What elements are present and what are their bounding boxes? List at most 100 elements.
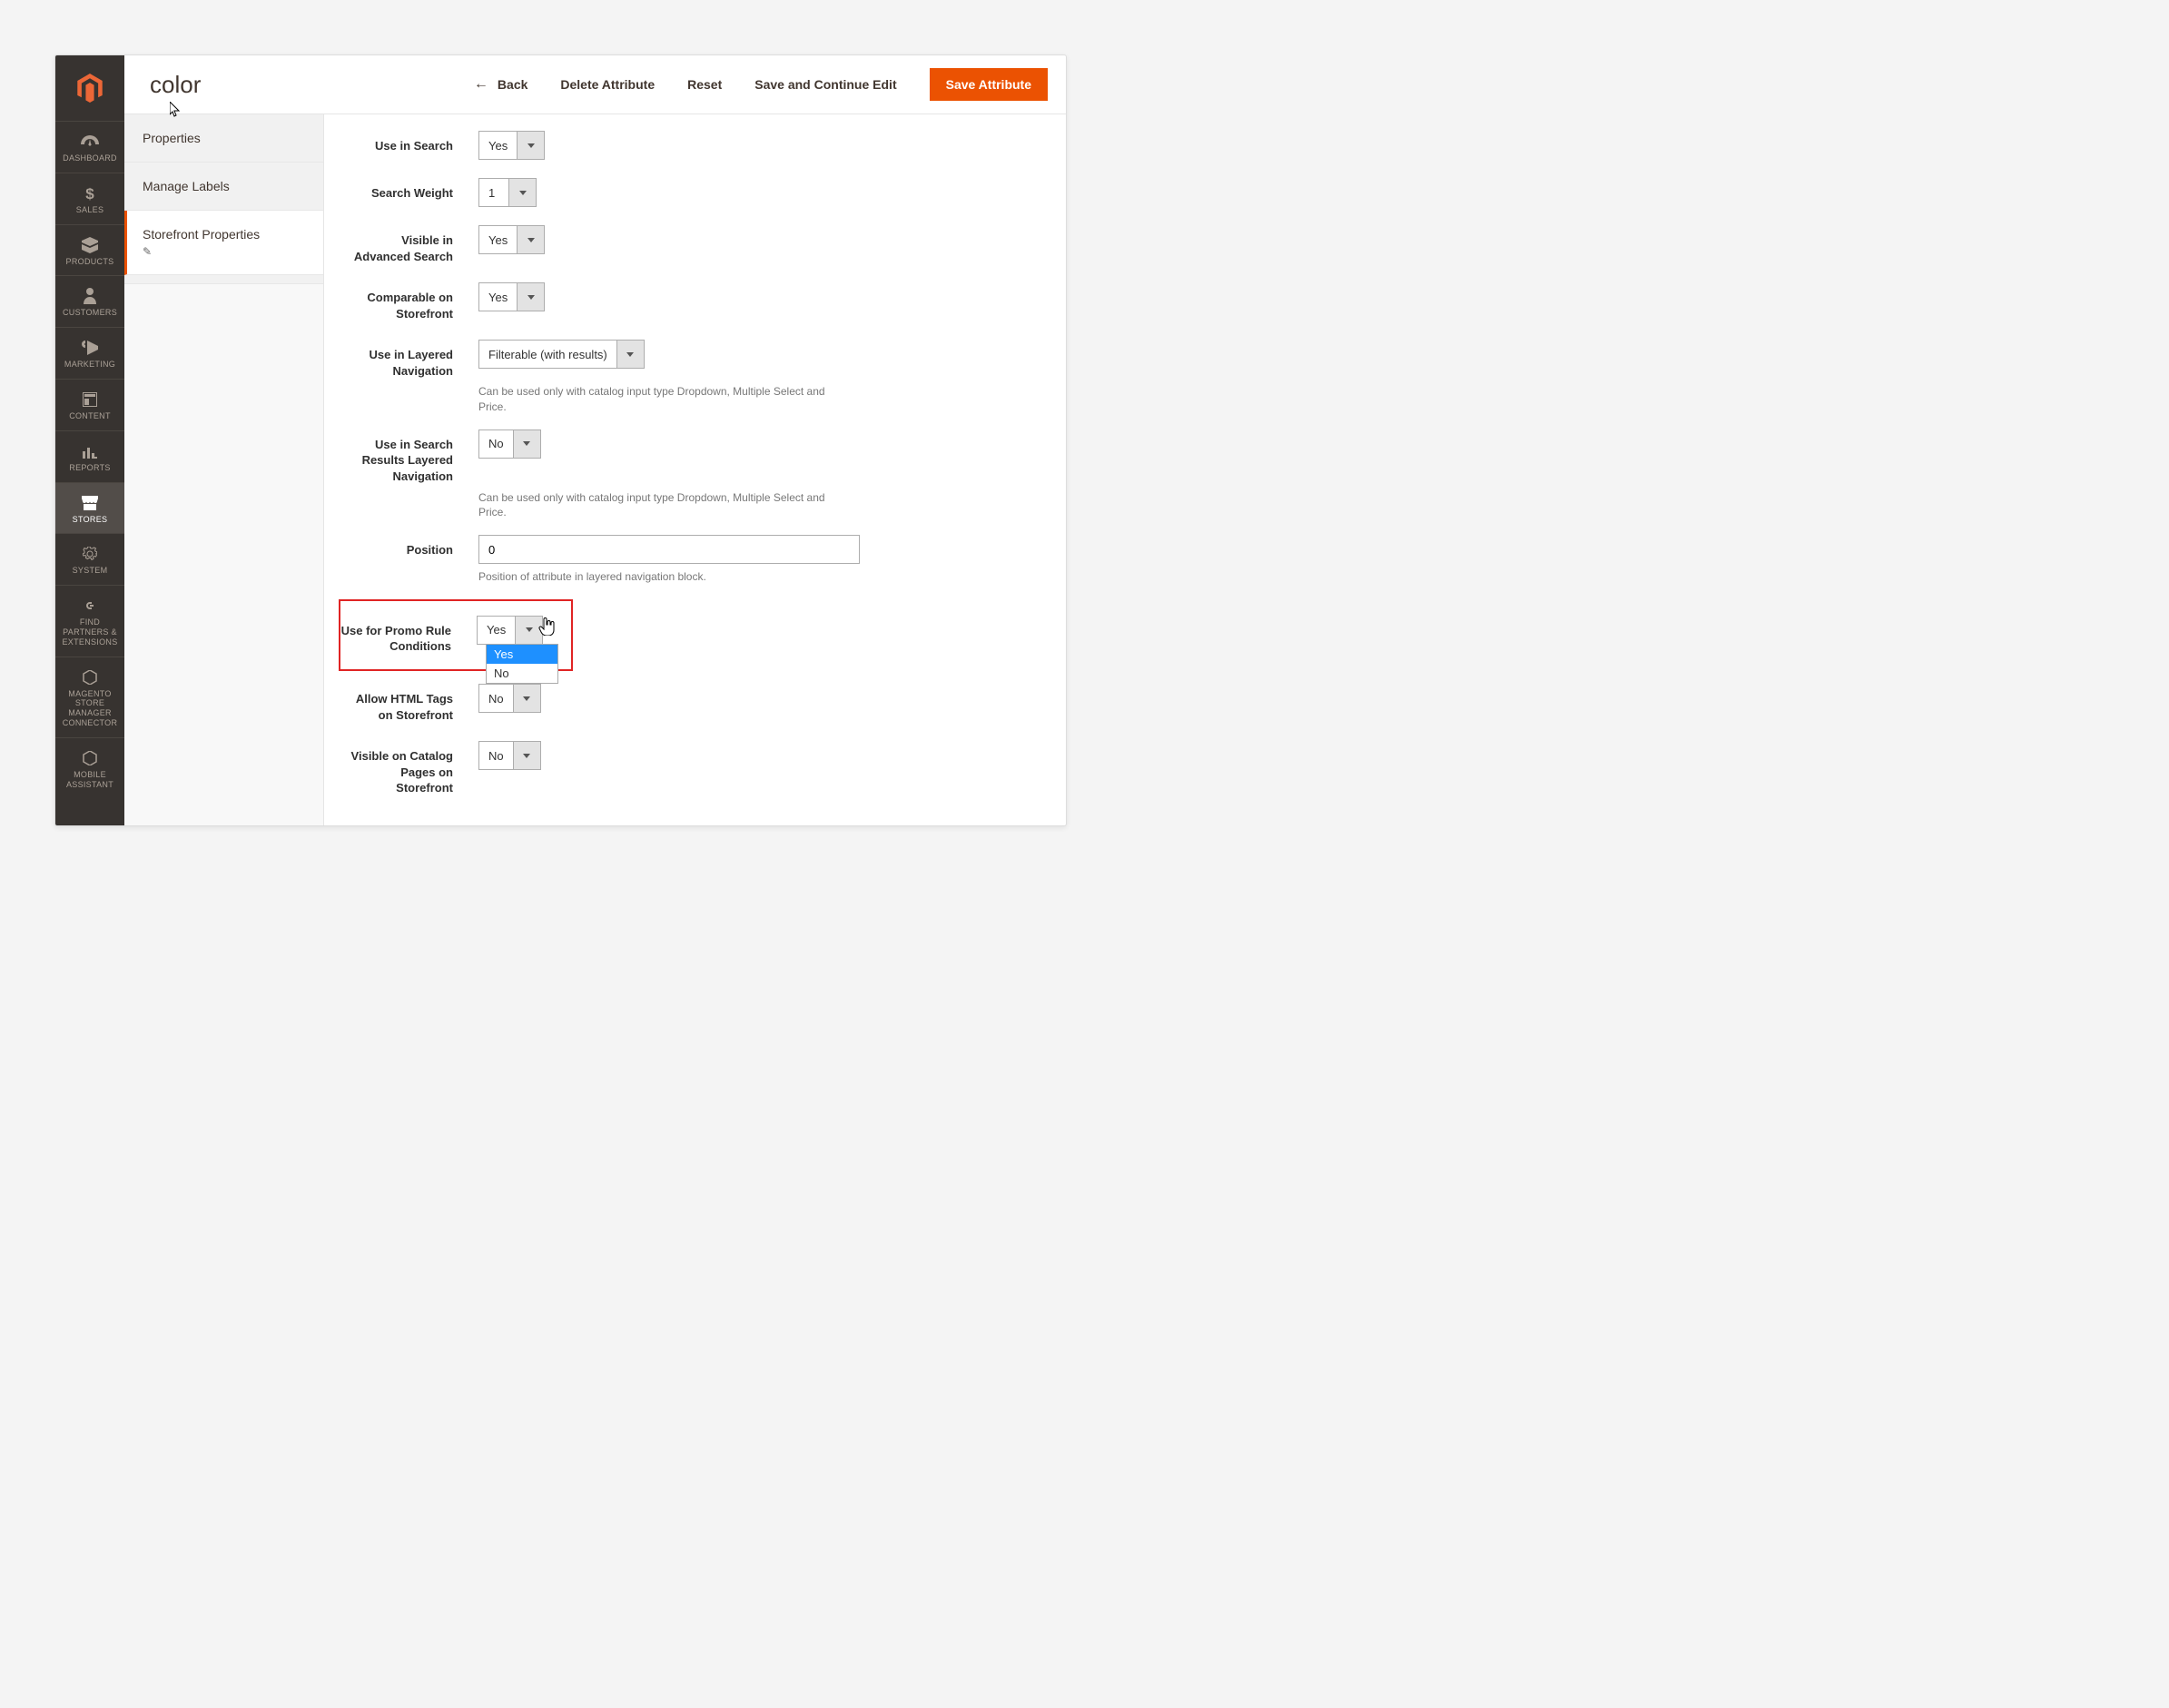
label-visible-catalog: Visible on Catalog Pages on Storefront [342,741,478,796]
option-yes[interactable]: Yes [487,645,557,664]
chevron-down-icon [616,341,644,368]
nav-reports[interactable]: REPORTS [55,430,124,482]
label-position: Position [342,535,478,558]
chevron-down-icon [513,742,540,769]
page-title-text: color [150,71,201,98]
nav-mobile-assistant[interactable]: MOBILE ASSISTANT [55,737,124,799]
field-allow-html: Allow HTML Tags on Storefront No [342,684,1030,723]
chevron-down-icon [517,132,544,159]
field-comparable-storefront: Comparable on Storefront Yes [342,282,1030,321]
field-search-weight: Search Weight 1 [342,178,1030,207]
select-layered-navigation[interactable]: Filterable (with results) [478,340,645,369]
storefront-icon [59,494,121,512]
select-value: Yes [478,617,515,644]
nav-dashboard[interactable]: DASHBOARD [55,121,124,173]
person-icon [59,287,121,305]
nav-label: REPORTS [59,463,121,473]
nav-label: MOBILE ASSISTANT [59,770,121,790]
admin-sidebar: DASHBOARD $ SALES PRODUCTS CUSTOMERS MAR… [55,55,124,825]
label-visible-advanced-search: Visible in Advanced Search [342,225,478,264]
nav-label: SYSTEM [59,566,121,576]
save-attribute-button[interactable]: Save Attribute [930,68,1048,101]
select-value: No [479,685,513,712]
gauge-icon [59,133,121,151]
chevron-down-icon [513,685,540,712]
tab-label: Storefront Properties [143,227,260,242]
reset-button[interactable]: Reset [687,77,722,92]
select-allow-html[interactable]: No [478,684,541,713]
nav-store-manager[interactable]: MAGENTO STORE MANAGER CONNECTOR [55,657,124,737]
magento-logo-icon [68,64,112,112]
label-search-weight: Search Weight [342,178,478,202]
nav-label: MARKETING [59,360,121,370]
gear-icon [59,545,121,563]
megaphone-icon [59,339,121,357]
layout-icon [59,390,121,409]
header-bar: color Back Delete Attribute Reset Save a… [124,55,1066,114]
link-icon [59,597,121,615]
select-value: Yes [479,283,517,311]
nav-system[interactable]: SYSTEM [55,533,124,585]
select-use-in-search[interactable]: Yes [478,131,545,160]
select-promo-rule[interactable]: Yes [477,616,543,645]
select-search-results-layered[interactable]: No [478,429,541,459]
tab-properties[interactable]: Properties [124,114,323,163]
tab-manage-labels[interactable]: Manage Labels [124,163,323,211]
dropdown-promo-rule-options: Yes No [486,644,558,684]
box-icon [59,236,121,254]
back-button[interactable]: Back [474,76,527,93]
select-value: Filterable (with results) [479,341,616,368]
nav-marketing[interactable]: MARKETING [55,327,124,379]
nav-label: PRODUCTS [59,257,121,267]
chevron-down-icon [517,283,544,311]
main-column: color Back Delete Attribute Reset Save a… [124,55,1066,825]
field-layered-navigation: Use in Layered Navigation Filterable (wi… [342,340,1030,379]
nav-label: MAGENTO STORE MANAGER CONNECTOR [59,689,121,728]
note-layered-navigation: Can be used only with catalog input type… [478,384,851,415]
select-value: Yes [479,226,517,253]
nav-stores[interactable]: STORES [55,482,124,534]
back-label: Back [498,77,527,92]
select-value: No [479,742,513,769]
tab-storefront-properties[interactable]: Storefront Properties ✎ [124,211,323,275]
select-visible-advanced-search[interactable]: Yes [478,225,545,254]
label-layered-navigation: Use in Layered Navigation [342,340,478,379]
chevron-down-icon [508,179,536,206]
field-search-results-layered: Use in Search Results Layered Navigation… [342,429,1030,485]
cursor-arrow-icon [170,96,182,124]
note-position: Position of attribute in layered navigat… [478,569,851,585]
svg-text:$: $ [85,185,94,202]
pencil-icon: ✎ [143,245,305,258]
nav-content[interactable]: CONTENT [55,379,124,430]
label-allow-html: Allow HTML Tags on Storefront [342,684,478,723]
chevron-down-icon [513,430,540,458]
select-visible-catalog[interactable]: No [478,741,541,770]
option-no[interactable]: No [487,664,557,683]
nav-label: SALES [59,205,121,215]
select-comparable-storefront[interactable]: Yes [478,282,545,311]
input-position[interactable] [478,535,860,564]
form-panel: Use in Search Yes Search Weight 1 [324,114,1066,825]
nav-products[interactable]: PRODUCTS [55,224,124,276]
label-comparable-storefront: Comparable on Storefront [342,282,478,321]
select-value: 1 [479,179,508,206]
nav-label: STORES [59,515,121,525]
nav-find-partners[interactable]: FIND PARTNERS & EXTENSIONS [55,585,124,656]
hexagon-icon [59,668,121,686]
field-position: Position [342,535,1030,564]
note-search-results-layered: Can be used only with catalog input type… [478,490,851,521]
label-search-results-layered: Use in Search Results Layered Navigation [342,429,478,485]
nav-customers[interactable]: CUSTOMERS [55,275,124,327]
nav-label: CUSTOMERS [59,308,121,318]
select-search-weight[interactable]: 1 [478,178,537,207]
save-continue-button[interactable]: Save and Continue Edit [754,77,896,92]
nav-sales[interactable]: $ SALES [55,173,124,224]
select-value: No [479,430,513,458]
tabs-spacer [124,275,323,284]
tabs-sidebar: Properties Manage Labels Storefront Prop… [124,114,324,825]
delete-attribute-button[interactable]: Delete Attribute [560,77,655,92]
content-area: Properties Manage Labels Storefront Prop… [124,114,1066,825]
chart-icon [59,442,121,460]
admin-window: DASHBOARD $ SALES PRODUCTS CUSTOMERS MAR… [54,54,1067,826]
select-value: Yes [479,132,517,159]
